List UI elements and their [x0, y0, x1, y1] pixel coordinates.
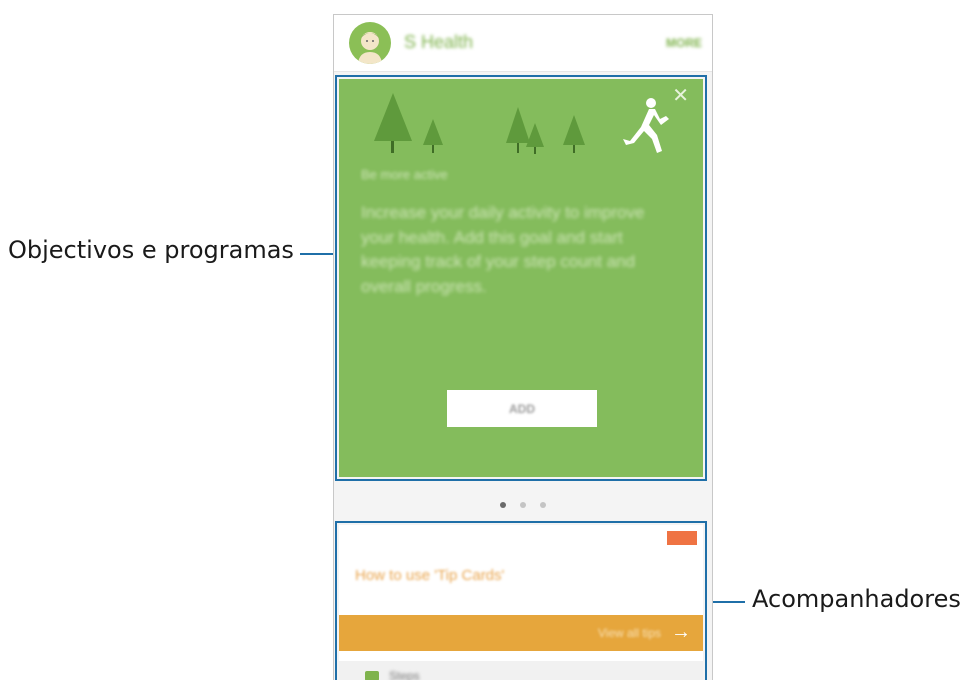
tree-icon [506, 107, 530, 143]
callout-goals-label: Objectivos e programas [8, 236, 294, 264]
new-badge [667, 531, 697, 545]
tracker-item-steps[interactable]: Steps [339, 661, 703, 680]
avatar-icon[interactable] [349, 22, 391, 64]
page-indicator [334, 496, 712, 518]
app-title: S Health [404, 32, 474, 52]
page-dot[interactable] [540, 501, 547, 508]
view-all-tips-label: View all tips [597, 626, 661, 640]
page-dot[interactable] [520, 501, 526, 508]
app-header: S Health MORE [334, 15, 712, 72]
add-goal-button[interactable]: ADD [447, 390, 597, 427]
tip-card-title: How to use 'Tip Cards' [355, 567, 505, 584]
page-dot[interactable] [499, 501, 506, 508]
tree-icon [374, 93, 412, 141]
tree-icon [563, 115, 585, 145]
callout-trackers-line [711, 601, 745, 603]
runner-icon [623, 98, 669, 153]
tip-card[interactable]: How to use 'Tip Cards' View all tips → S… [339, 525, 703, 680]
view-all-tips-button[interactable]: View all tips → [339, 615, 703, 651]
tree-icon [526, 123, 544, 147]
goal-description: Increase your daily activity to improve … [361, 203, 645, 296]
add-goal-label: ADD [509, 401, 535, 416]
arrow-right-icon: → [671, 621, 691, 643]
forest-illustration [374, 93, 669, 154]
close-icon[interactable]: ✕ [672, 83, 689, 108]
tracker-label: Steps [389, 669, 420, 680]
phone-screen: S Health MORE ✕ Be more active Increase … [333, 14, 713, 680]
more-button[interactable]: MORE [666, 36, 702, 50]
callout-trackers-label: Acompanhadores [752, 585, 961, 613]
goal-subtitle: Be more active [361, 167, 448, 182]
callout-goals-line [300, 253, 333, 255]
goal-card[interactable]: ✕ Be more active Increase your daily act… [339, 79, 703, 477]
tree-icon [423, 119, 443, 145]
